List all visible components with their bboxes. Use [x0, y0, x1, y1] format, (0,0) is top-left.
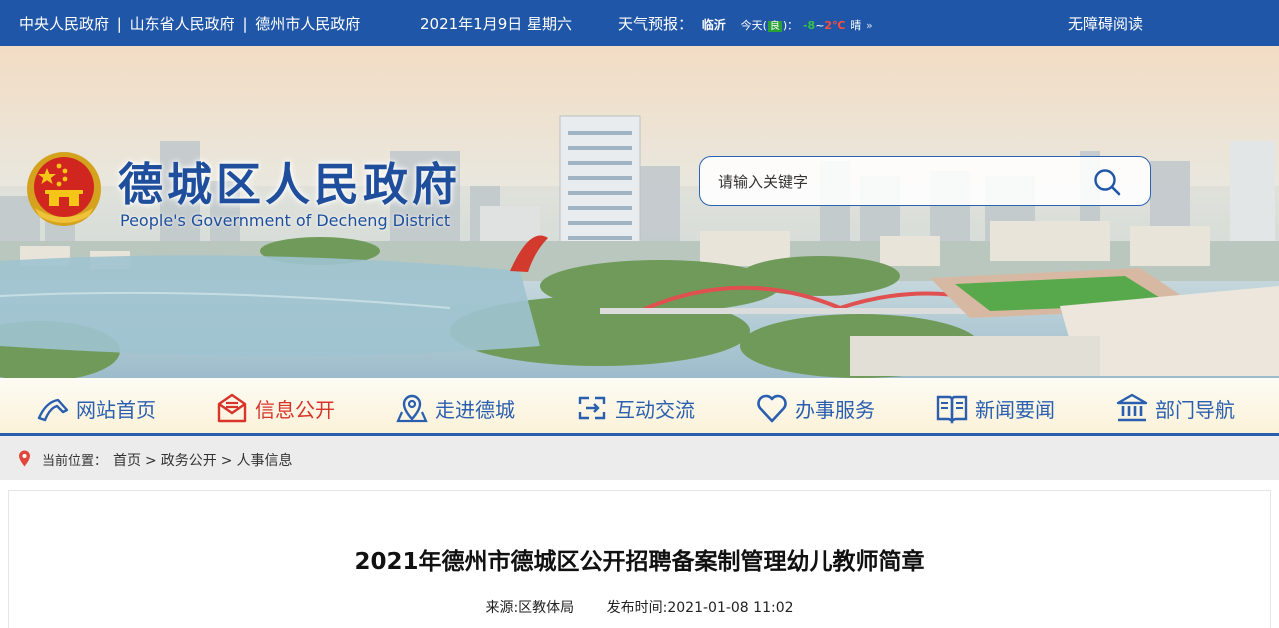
weather-aqi-suffix: )：: [782, 19, 799, 32]
article-container: 2021年德州市德城区公开招聘备案制管理幼儿教师简章 来源:区教体局 发布时间:…: [8, 490, 1271, 628]
bank-icon: [1116, 393, 1148, 422]
mail-icon: [217, 393, 247, 423]
weather-city: 临沂: [701, 18, 726, 32]
link-shandong-gov[interactable]: 山东省人民政府: [130, 15, 235, 33]
accessibility-link[interactable]: 无障碍阅读: [1068, 13, 1143, 34]
breadcrumb-home[interactable]: 首页: [113, 453, 141, 469]
exchange-icon: [578, 396, 606, 420]
nav-label: 新闻要闻: [975, 397, 1055, 422]
nav-label: 走进德城: [435, 397, 515, 422]
nav-item-news[interactable]: 新闻要闻: [935, 392, 1055, 424]
nav-label: 信息公开: [255, 397, 335, 422]
search-input[interactable]: [718, 170, 1078, 194]
nav-item-services[interactable]: 办事服务: [755, 392, 875, 424]
article-publish-time: 发布时间:2021-01-08 11:02: [606, 600, 794, 616]
nav-label: 办事服务: [795, 397, 875, 422]
nav-item-info-public[interactable]: 信息公开: [215, 392, 335, 424]
weather-label: 天气预报：: [618, 15, 694, 33]
main-nav: 网站首页 信息公开 走进德城 互动交流 办事服务 新闻要闻 部门导航: [0, 378, 1279, 436]
header-banner: 德城区人民政府 People's Government of Decheng D…: [0, 46, 1279, 378]
breadcrumb-separator: >: [220, 453, 233, 469]
weather-more-icon[interactable]: »: [866, 19, 873, 32]
nav-label: 部门导航: [1155, 397, 1235, 422]
nav-item-interaction[interactable]: 互动交流: [575, 392, 695, 424]
breadcrumb-gov-affairs[interactable]: 政务公开: [161, 453, 217, 469]
air-quality-badge: 良: [767, 21, 782, 32]
top-bar: 中央人民政府 | 山东省人民政府 | 德州市人民政府 2021年1月9日 星期六…: [0, 0, 1279, 46]
link-central-gov[interactable]: 中央人民政府: [19, 15, 109, 33]
location-pin-icon: [19, 450, 30, 467]
article-meta: 来源:区教体局 发布时间:2021-01-08 11:02: [9, 597, 1270, 617]
current-date: 2021年1月9日 星期六: [420, 15, 573, 33]
temp-high: 2℃: [824, 19, 846, 32]
home-icon: [37, 398, 69, 422]
nav-item-departments[interactable]: 部门导航: [1115, 392, 1235, 424]
breadcrumb-path: 首页 > 政务公开 > 人事信息: [113, 450, 292, 470]
temp-low: -8: [802, 19, 816, 32]
nav-label: 网站首页: [76, 397, 156, 422]
separator: |: [116, 15, 122, 33]
breadcrumb-prefix: 当前位置：: [42, 454, 108, 469]
search-box: [699, 156, 1151, 206]
book-icon: [936, 395, 968, 424]
nav-item-home[interactable]: 网站首页: [36, 392, 156, 424]
article-source: 来源:区教体局: [485, 600, 575, 616]
link-dezhou-gov[interactable]: 德州市人民政府: [255, 15, 360, 33]
breadcrumb: 当前位置： 首页 > 政务公开 > 人事信息: [0, 436, 1279, 480]
nav-label: 互动交流: [615, 397, 695, 422]
weather-widget[interactable]: 天气预报： 临沂 今天(良)： -8~2℃ 晴 »: [618, 13, 873, 34]
breadcrumb-personnel[interactable]: 人事信息: [236, 453, 292, 469]
weather-today: 今天(: [740, 19, 767, 32]
gov-links: 中央人民政府 | 山东省人民政府 | 德州市人民政府: [19, 13, 360, 34]
site-title: 德城区人民政府: [118, 158, 462, 211]
national-emblem-icon: [27, 152, 101, 226]
breadcrumb-separator: >: [145, 453, 157, 469]
heart-icon: [757, 394, 787, 423]
weather-condition: 晴: [850, 19, 862, 32]
map-pin-icon: [396, 394, 428, 423]
article-title: 2021年德州市德城区公开招聘备案制管理幼儿教师简章: [354, 549, 925, 575]
separator: |: [242, 15, 248, 33]
site-subtitle: People's Government of Decheng District: [120, 211, 451, 230]
nav-item-about-decheng[interactable]: 走进德城: [395, 392, 515, 424]
search-icon[interactable]: [1092, 167, 1122, 197]
